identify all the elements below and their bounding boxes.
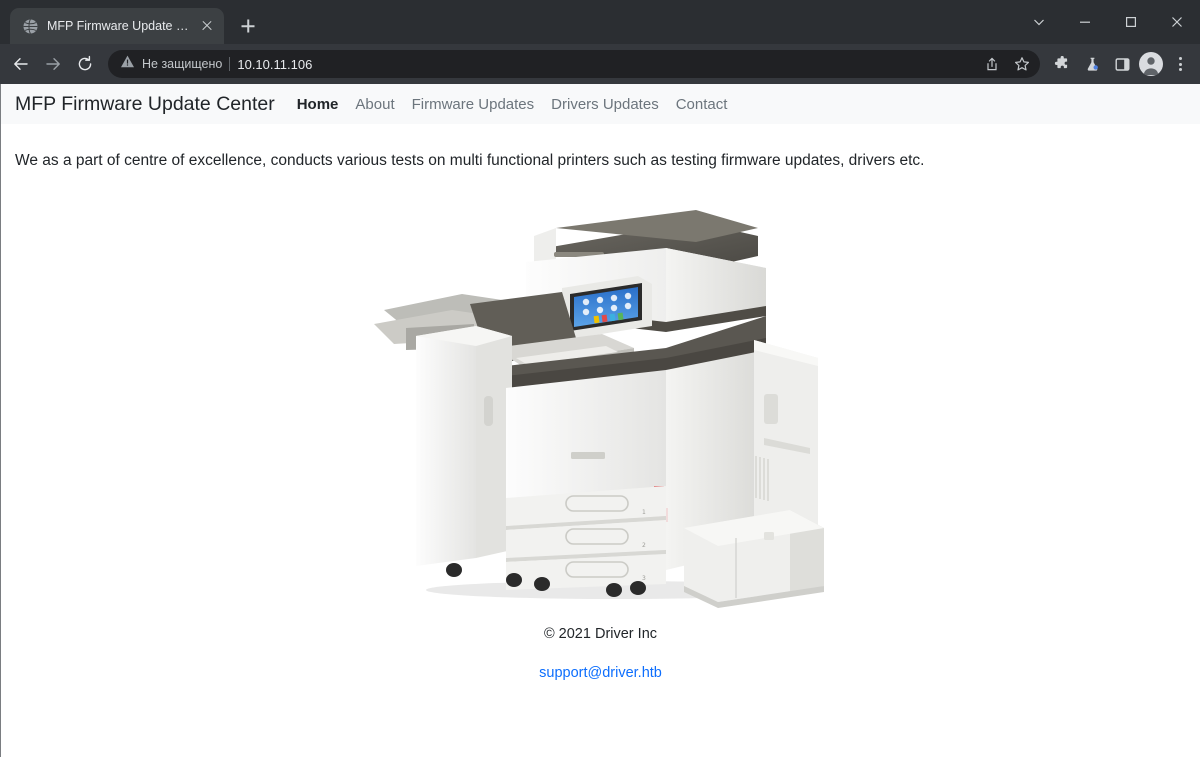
svg-text:2: 2: [642, 542, 646, 549]
close-window-button[interactable]: [1154, 0, 1200, 44]
star-icon[interactable]: [1008, 50, 1036, 78]
nav-link-drivers-updates[interactable]: Drivers Updates: [551, 96, 659, 113]
close-icon: [1172, 17, 1182, 27]
minimize-icon: [1080, 21, 1090, 23]
omnibox-divider: [229, 57, 231, 71]
reload-button[interactable]: [70, 49, 100, 79]
nav-link-home[interactable]: Home: [297, 96, 339, 113]
browser-window: MFP Firmware Update Center: [0, 0, 1200, 757]
intro-paragraph: We as a part of centre of excellence, co…: [15, 152, 925, 169]
side-panel-icon: [1115, 57, 1130, 71]
chevron-down-icon: [1034, 19, 1044, 26]
nav-link-contact[interactable]: Contact: [676, 96, 728, 113]
site-navbar: MFP Firmware Update Center Home About Fi…: [1, 84, 1200, 124]
page-body: We as a part of centre of excellence, co…: [1, 150, 1200, 682]
labs-button[interactable]: [1078, 50, 1106, 78]
site-brand[interactable]: MFP Firmware Update Center: [15, 93, 275, 116]
url-text: 10.10.11.106: [237, 56, 313, 72]
nav-link-firmware-updates[interactable]: Firmware Updates: [412, 96, 535, 113]
puzzle-piece-icon: [1054, 55, 1067, 68]
support-email-link[interactable]: support@driver.htb: [539, 665, 662, 681]
forward-arrow-icon: [46, 58, 60, 70]
page-footer: © 2021 Driver Inc support@driver.htb: [15, 626, 1186, 682]
site-nav-links: Home About Firmware Updates Drivers Upda…: [297, 96, 728, 113]
profile-button[interactable]: [1138, 51, 1164, 77]
maximize-button[interactable]: [1108, 0, 1154, 44]
warning-triangle-icon: [120, 54, 135, 74]
back-arrow-icon: [14, 58, 28, 70]
security-status-text: Не защищено: [142, 57, 223, 71]
browser-tab-strip: MFP Firmware Update Center: [0, 0, 1200, 44]
new-tab-button[interactable]: [234, 12, 262, 40]
side-panel-button[interactable]: [1108, 50, 1136, 78]
three-dots-menu-icon[interactable]: [1166, 50, 1194, 78]
maximize-icon: [1126, 17, 1137, 28]
hero-image-container: 1 2 3: [15, 198, 1186, 608]
forward-button[interactable]: [38, 49, 68, 79]
omnibox-actions: [978, 50, 1036, 78]
flask-icon: [1087, 57, 1098, 71]
tab-search-button[interactable]: [1016, 0, 1062, 44]
browser-tab-title: MFP Firmware Update Center: [47, 19, 190, 33]
svg-text:3: 3: [642, 575, 646, 582]
browser-toolbar: Не защищено 10.10.11.106: [0, 44, 1200, 84]
share-icon[interactable]: [978, 50, 1006, 78]
browser-tab[interactable]: MFP Firmware Update Center: [10, 8, 224, 44]
svg-text:1: 1: [642, 509, 646, 516]
close-icon[interactable]: [198, 17, 216, 35]
avatar-icon: [1139, 52, 1163, 76]
multifunction-printer-photo: 1 2 3: [373, 209, 824, 608]
nav-link-about[interactable]: About: [355, 96, 394, 113]
page-viewport: MFP Firmware Update Center Home About Fi…: [0, 84, 1200, 757]
extensions-button[interactable]: [1048, 50, 1076, 78]
address-bar[interactable]: Не защищено 10.10.11.106: [108, 50, 1040, 78]
minimize-button[interactable]: [1062, 0, 1108, 44]
back-button[interactable]: [6, 49, 36, 79]
reload-icon: [78, 55, 92, 71]
copyright-text: © 2021 Driver Inc: [543, 625, 658, 642]
window-controls: [1016, 0, 1200, 44]
globe-icon: [22, 18, 39, 35]
